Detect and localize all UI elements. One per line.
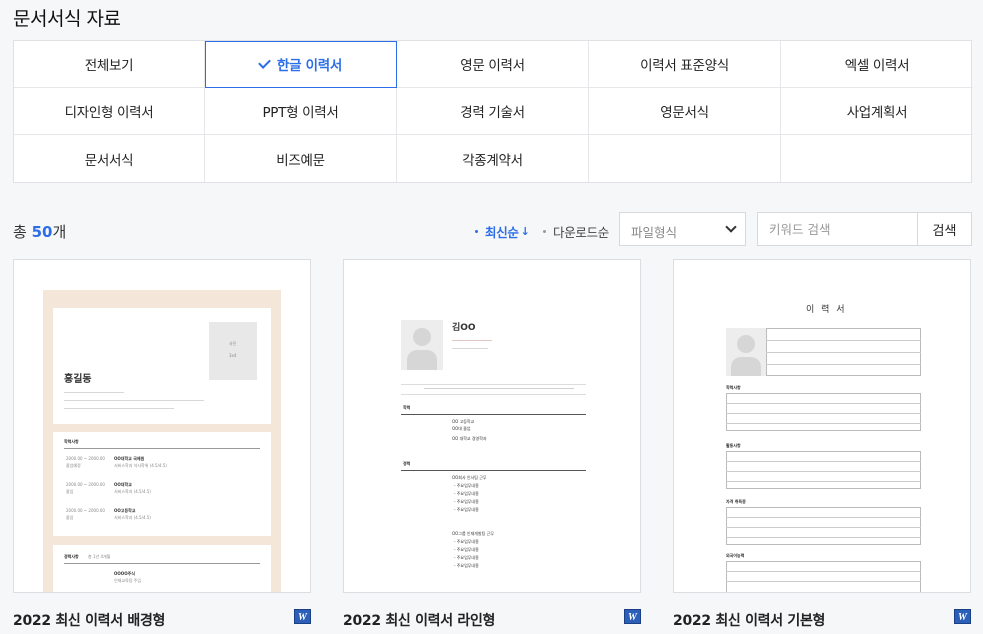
category-english-resume[interactable]: 영문 이력서	[397, 41, 589, 88]
photo-size: 3x4	[229, 353, 237, 358]
word-file-icon: W	[954, 609, 971, 624]
category-label: 영문서식	[660, 105, 709, 121]
word-file-icon: W	[294, 609, 311, 624]
career-heading: 경력	[403, 461, 411, 466]
category-label: 전체보기	[84, 58, 134, 74]
section-heading: 자격 취득증	[726, 499, 746, 504]
preview-name: 홍길동	[64, 374, 92, 385]
template-card[interactable]: 사진 3x4 홍길동 학력사항 2000.00 ~ 2000.00 OO대학교 …	[13, 259, 311, 629]
category-label: 각종계약서	[462, 152, 523, 169]
category-biz-examples[interactable]: 비즈예문	[205, 135, 397, 182]
template-title[interactable]: 2022 최신 이력서 기본형	[673, 610, 825, 630]
career-heading: 경력사항	[64, 554, 79, 559]
check-icon	[258, 55, 271, 69]
template-card[interactable]: 김OO 학력 OO 고등학교 OO대 졸업 OO 대학교 경영학과 경력 OO회…	[343, 259, 641, 629]
category-excel-resume[interactable]: 엑셀 이력서	[781, 41, 973, 88]
search-input[interactable]	[757, 212, 918, 246]
category-label: 엑셀 이력서	[844, 58, 910, 74]
category-label: 문서서식	[84, 152, 134, 169]
preview-name: 김OO	[452, 323, 476, 333]
category-business-plan[interactable]: 사업계획서	[781, 88, 973, 135]
file-format-select[interactable]: 파일형식	[619, 212, 746, 246]
edu-heading: 학력사항	[64, 439, 79, 444]
category-empty	[781, 135, 973, 182]
category-label: 한글 이력서	[277, 58, 342, 74]
page-title: 문서서식 자료	[13, 8, 121, 30]
category-korean-resume[interactable]: 한글 이력서	[205, 41, 397, 88]
sort-newest-button[interactable]: 최신순 ↓	[475, 222, 530, 241]
category-label: 이력서 표준양식	[640, 58, 729, 74]
section-heading: 활동사항	[726, 443, 741, 448]
category-ppt-resume[interactable]: PPT형 이력서	[205, 88, 397, 135]
category-career-statement[interactable]: 경력 기술서	[397, 88, 589, 135]
word-file-icon: W	[624, 609, 641, 624]
template-card[interactable]: 이 력 서 학력사항 활동사항 자격 취득증 외국어능력 2022 최신 이력서…	[673, 259, 971, 629]
section-heading: 외국어능력	[726, 553, 745, 558]
category-label: PPT형 이력서	[262, 105, 339, 121]
category-grid: 전체보기 한글 이력서 영문 이력서 이력서 표준양식 엑셀 이력서 디자인형 …	[13, 40, 973, 183]
arrow-down-icon: ↓	[520, 225, 530, 238]
search-button[interactable]: 검색	[917, 212, 972, 246]
category-label: 비즈예문	[276, 152, 325, 169]
edu-heading: 학력	[403, 405, 411, 410]
template-thumbnail[interactable]: 사진 3x4 홍길동 학력사항 2000.00 ~ 2000.00 OO대학교 …	[13, 259, 311, 593]
sort-downloads-button[interactable]: 다운로드순	[543, 222, 609, 241]
category-english-forms[interactable]: 영문서식	[589, 88, 781, 135]
category-empty	[589, 135, 781, 182]
photo-label: 사진	[229, 341, 237, 346]
list-toolbar: 총 50개 최신순↓ 다운로드순 파일형식 검색	[13, 212, 972, 247]
category-label: 디자인형 이력서	[64, 105, 154, 121]
category-label: 사업계획서	[846, 105, 908, 121]
category-standard-resume[interactable]: 이력서 표준양식	[589, 41, 781, 88]
chevron-down-icon	[725, 221, 737, 233]
doc-title: 이 력 서	[806, 305, 847, 315]
template-thumbnail[interactable]: 김OO 학력 OO 고등학교 OO대 졸업 OO 대학교 경영학과 경력 OO회…	[343, 259, 641, 593]
template-title[interactable]: 2022 최신 이력서 배경형	[13, 610, 165, 630]
total-count: 총 50개	[13, 223, 67, 241]
category-contracts[interactable]: 각종계약서	[397, 135, 589, 182]
category-label: 경력 기술서	[460, 105, 525, 121]
template-thumbnail[interactable]: 이 력 서 학력사항 활동사항 자격 취득증 외국어능력	[673, 259, 971, 593]
category-all[interactable]: 전체보기	[14, 41, 205, 88]
category-documents[interactable]: 문서서식	[14, 135, 205, 182]
category-label: 영문 이력서	[460, 58, 525, 74]
template-title[interactable]: 2022 최신 이력서 라인형	[343, 610, 495, 630]
section-heading: 학력사항	[726, 385, 741, 390]
total-count-number: 50	[31, 223, 53, 241]
category-design-resume[interactable]: 디자인형 이력서	[14, 88, 205, 135]
